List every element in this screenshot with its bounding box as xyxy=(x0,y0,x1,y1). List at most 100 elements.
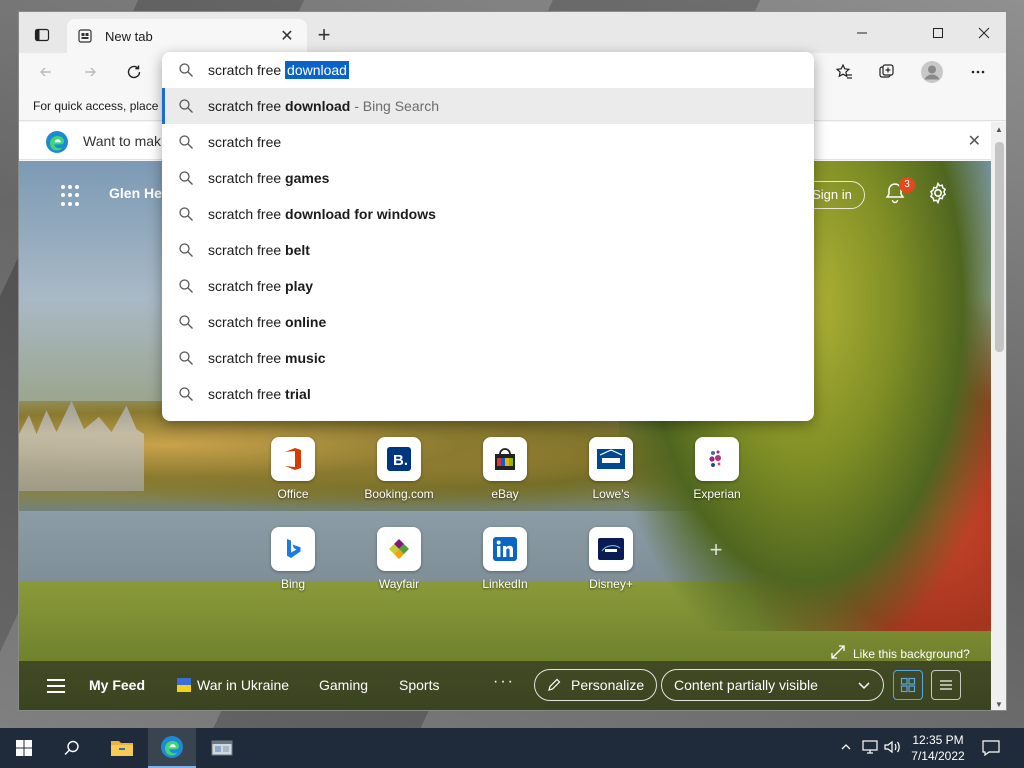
show-hidden-icons-chevron-icon[interactable] xyxy=(840,740,852,756)
like-background-link[interactable]: Like this background? xyxy=(831,645,970,662)
search-icon xyxy=(179,135,193,149)
suggestion-item[interactable]: scratch free download for windows xyxy=(162,196,814,232)
tab-close-icon[interactable]: ✕ xyxy=(277,26,297,46)
tab-war-in-ukraine[interactable]: War in Ukraine xyxy=(177,677,289,693)
quick-link-lowes[interactable]: Lowe's xyxy=(571,437,651,501)
menu-hamburger-icon[interactable] xyxy=(47,679,65,693)
edge-logo-icon xyxy=(161,736,183,758)
settings-more-button[interactable] xyxy=(963,59,993,85)
quick-link-booking[interactable]: B. Booking.com xyxy=(359,437,439,501)
suggestion-item[interactable]: scratch free online xyxy=(162,304,814,340)
expand-icon xyxy=(831,645,845,662)
pencil-icon xyxy=(548,678,561,691)
scroll-down-icon[interactable]: ▼ xyxy=(995,700,1003,709)
back-arrow-icon xyxy=(40,67,51,77)
quick-link-wayfair[interactable]: Wayfair xyxy=(359,527,439,591)
taskbar-edge[interactable] xyxy=(148,728,196,768)
quick-link-office[interactable]: Office xyxy=(253,437,333,501)
page-scrollbar[interactable]: ▲ ▼ xyxy=(991,122,1006,710)
close-window-button[interactable] xyxy=(961,18,1006,48)
grid-view-button[interactable] xyxy=(893,670,923,700)
search-icon xyxy=(179,63,193,77)
profile-button[interactable] xyxy=(917,59,947,85)
tab-my-feed[interactable]: My Feed xyxy=(89,677,145,693)
search-icon xyxy=(179,315,193,329)
office-logo-icon xyxy=(285,448,301,470)
suggestion-prefix: scratch free xyxy=(208,134,282,150)
search-icon xyxy=(179,351,193,365)
search-icon xyxy=(179,243,193,257)
quick-link-linkedin[interactable]: LinkedIn xyxy=(465,527,545,591)
windows-taskbar: 12:35 PM 7/14/2022 xyxy=(0,728,1024,768)
personalize-label: Personalize xyxy=(571,677,645,693)
search-icon xyxy=(179,99,193,113)
forward-button[interactable] xyxy=(75,59,105,85)
office-logo-tile xyxy=(271,437,315,481)
quick-link-label: eBay xyxy=(491,487,519,501)
system-clock[interactable]: 12:35 PM 7/14/2022 xyxy=(902,732,974,764)
lowes-logo-icon xyxy=(597,449,625,469)
scrollbar-thumb[interactable] xyxy=(995,142,1004,352)
tab-war-in-ukraine-label: War in Ukraine xyxy=(197,677,290,693)
list-view-button[interactable] xyxy=(931,670,961,700)
notification-badge: 3 xyxy=(899,177,915,193)
more-dots-icon xyxy=(971,70,985,74)
experian-logo-tile xyxy=(695,437,739,481)
suggestion-item[interactable]: scratch free belt xyxy=(162,232,814,268)
add-quick-link-icon[interactable]: + xyxy=(705,539,727,561)
suggestion-text: scratch free xyxy=(208,134,281,150)
minimize-button[interactable] xyxy=(839,18,885,48)
collections-button[interactable] xyxy=(872,59,902,85)
suggestion-prefix: scratch free xyxy=(208,242,286,258)
clock-date: 7/14/2022 xyxy=(911,749,965,763)
tab-new-tab[interactable]: New tab ✕ xyxy=(67,19,307,53)
content-visibility-dropdown[interactable]: Content partially visible xyxy=(661,669,884,701)
suggestion-completion: online xyxy=(285,314,327,330)
suggestion-item[interactable]: scratch free play xyxy=(162,268,814,304)
quick-link-bing[interactable]: Bing xyxy=(253,527,333,591)
quick-link-label: Bing xyxy=(280,577,306,591)
address-bar-input[interactable]: scratch free download xyxy=(162,52,814,88)
tab-actions-icon xyxy=(34,28,50,42)
suggestion-item[interactable]: scratch free trial xyxy=(162,376,814,412)
taskbar-search-button[interactable] xyxy=(48,728,96,768)
maximize-button[interactable] xyxy=(915,18,961,48)
quick-link-disney[interactable]: Disney+ xyxy=(571,527,651,591)
suggestion-item[interactable]: scratch free games xyxy=(162,160,814,196)
suggestion-text: scratch free music xyxy=(208,350,326,366)
tab-sports[interactable]: Sports xyxy=(399,677,439,693)
info-bar-close-icon[interactable]: ✕ xyxy=(968,131,981,151)
personalize-button[interactable]: Personalize xyxy=(534,669,658,701)
network-icon[interactable] xyxy=(862,740,880,757)
suggestion-completion: trial xyxy=(285,386,311,402)
apps-launcher-icon[interactable] xyxy=(61,185,83,207)
suggestion-completion: download for windows xyxy=(285,206,436,222)
ebay-logo-tile xyxy=(483,437,527,481)
tab-actions-button[interactable] xyxy=(27,22,57,48)
quick-link-ebay[interactable]: eBay xyxy=(465,437,545,501)
quick-link-experian[interactable]: Experian xyxy=(677,437,757,501)
volume-icon[interactable] xyxy=(884,740,902,757)
back-button[interactable] xyxy=(31,59,61,85)
window-app-icon xyxy=(211,740,233,756)
new-tab-button[interactable]: + xyxy=(311,23,337,49)
experian-logo-icon xyxy=(709,450,721,467)
refresh-button[interactable] xyxy=(119,59,149,85)
suggestion-prefix: scratch free xyxy=(208,386,286,402)
tab-gaming[interactable]: Gaming xyxy=(319,677,368,693)
suggestion-item[interactable]: scratch free music xyxy=(162,340,814,376)
scroll-up-icon[interactable]: ▲ xyxy=(995,125,1003,134)
suggestion-text: scratch free play xyxy=(208,278,313,294)
favorites-button[interactable] xyxy=(829,59,859,85)
suggestion-item[interactable]: scratch free download - Bing Search xyxy=(162,88,814,124)
info-bar-message: Want to mak xyxy=(83,133,162,149)
action-center-icon[interactable] xyxy=(982,740,1000,759)
quick-link-label: Lowe's xyxy=(592,487,630,501)
page-settings-gear-icon[interactable] xyxy=(926,181,950,205)
start-button[interactable] xyxy=(0,728,48,768)
taskbar-app[interactable] xyxy=(198,728,246,768)
suggestion-item[interactable]: scratch free xyxy=(162,124,814,160)
more-feeds-button[interactable]: ··· xyxy=(493,673,515,691)
taskbar-file-explorer[interactable] xyxy=(98,728,146,768)
content-visibility-value: Content partially visible xyxy=(674,677,818,693)
